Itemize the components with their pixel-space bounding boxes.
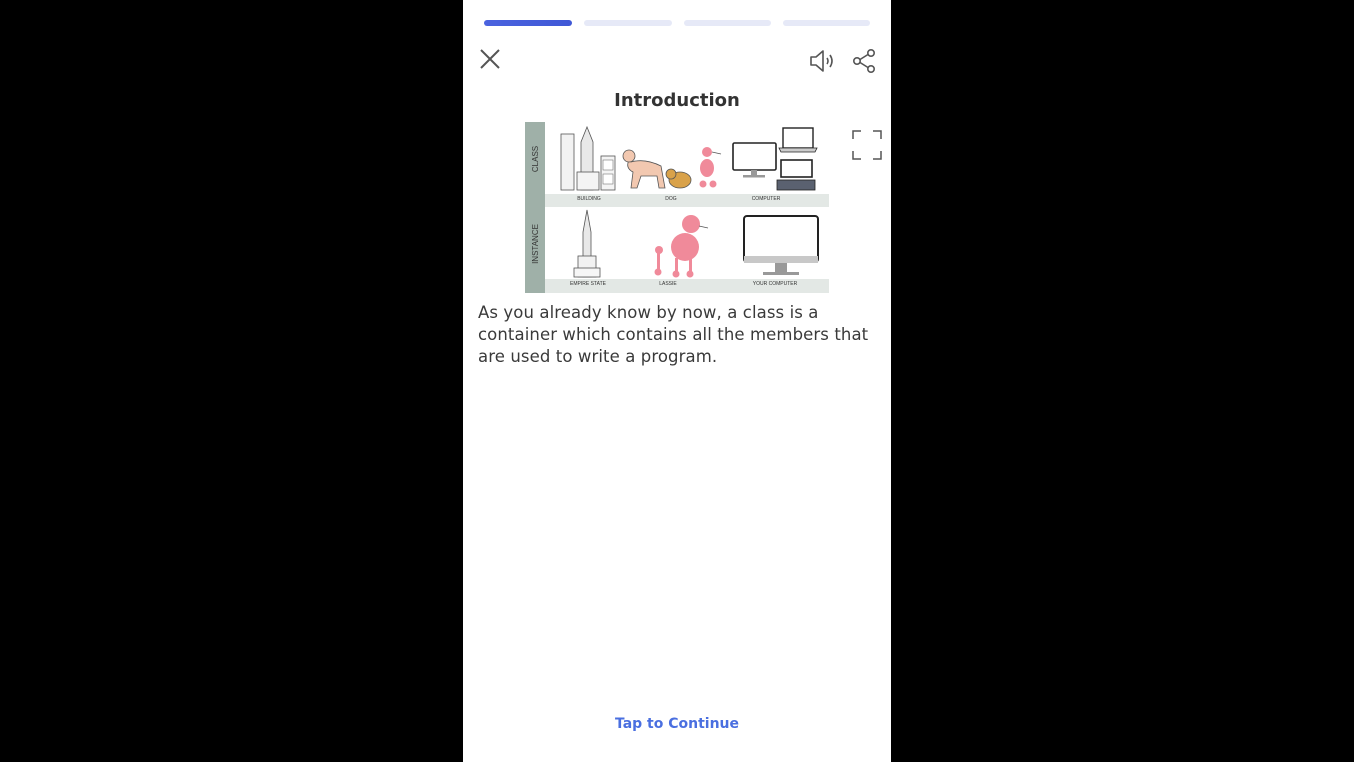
share-button[interactable] [851, 48, 877, 74]
dog-class-image [622, 147, 722, 189]
caption-lassie: LASSIE [659, 281, 677, 287]
caption-computer: COMPUTER [752, 196, 781, 202]
fullscreen-icon [852, 130, 882, 160]
close-button[interactable] [477, 46, 503, 72]
your-computer-image [743, 215, 819, 275]
page-title: Introduction [614, 90, 740, 111]
progress-segment-1 [484, 20, 572, 26]
empire-state-image [573, 209, 601, 278]
caption-dog: DOG [665, 196, 677, 202]
progress-bar [484, 20, 870, 26]
lesson-text: As you already know by now, a class is a… [478, 303, 869, 366]
audio-button[interactable] [808, 48, 838, 74]
row-label-instance: INSTANCE [531, 224, 540, 264]
progress-segment-2 [584, 20, 672, 26]
fullscreen-button[interactable] [852, 130, 882, 160]
row-label-class: CLASS [531, 146, 540, 172]
progress-segment-3 [684, 20, 771, 26]
building-class-image [560, 125, 616, 191]
progress-segment-4 [783, 20, 870, 26]
caption-building: BUILDING [577, 196, 601, 202]
lassie-image [654, 215, 709, 278]
caption-empire-state: EMPIRE STATE [570, 281, 607, 287]
lesson-screen: Introduction CLASS INSTANCE BUILDING DOG… [463, 0, 891, 762]
computer-class-image [732, 127, 818, 191]
caption-your-computer: YOUR COMPUTER [753, 281, 798, 287]
tap-to-continue-button[interactable]: Tap to Continue [463, 716, 891, 732]
speaker-icon [810, 50, 833, 72]
class-instance-illustration: CLASS INSTANCE BUILDING DOG COMPUTER EMP… [525, 122, 829, 293]
share-icon [852, 48, 875, 73]
close-icon [480, 49, 500, 69]
